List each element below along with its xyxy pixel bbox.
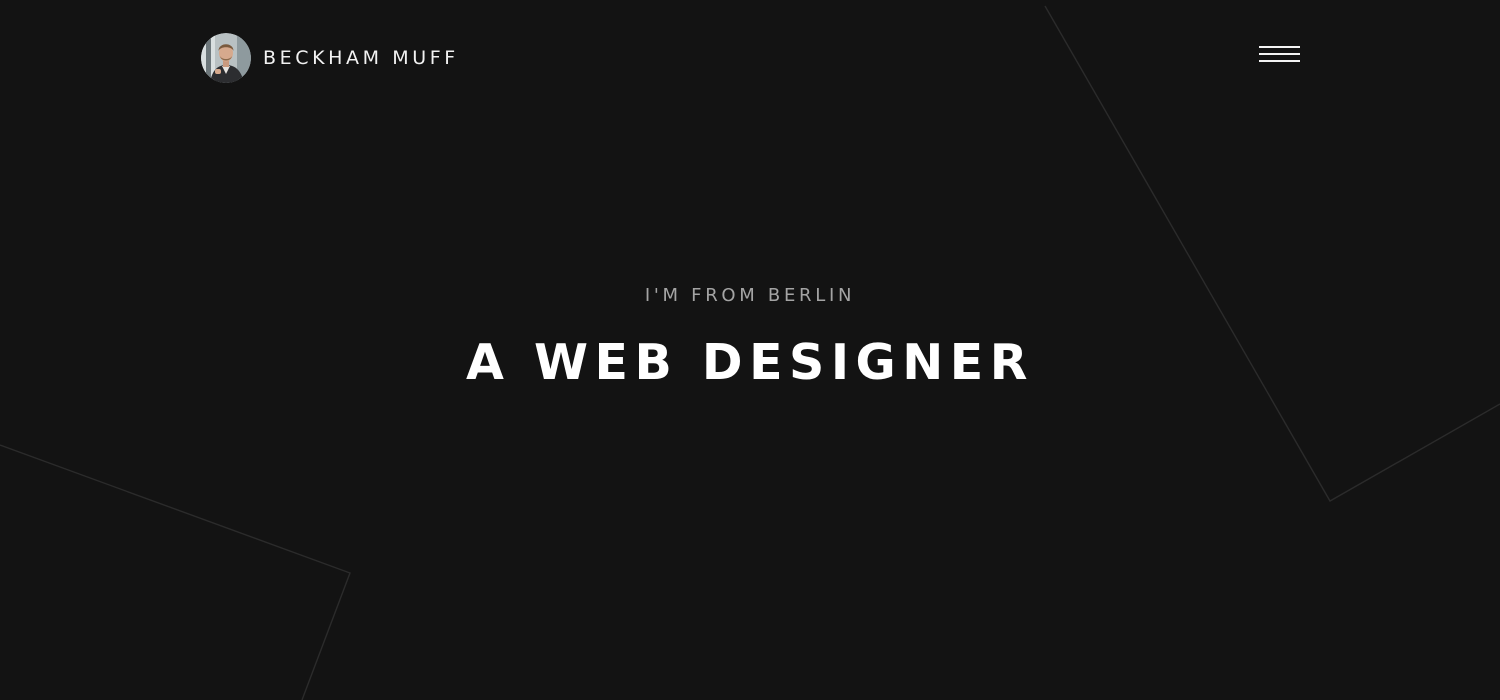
brand-name: BECKHAM MUFF [263, 46, 459, 69]
site-header: BECKHAM MUFF [0, 0, 1500, 116]
decor-line-left [0, 444, 351, 700]
menu-line [1259, 46, 1300, 48]
hero-subtitle: I'M FROM BERLIN [644, 285, 856, 306]
menu-line [1259, 53, 1300, 55]
menu-line [1259, 60, 1300, 62]
hero-title: A WEB DESIGNER [465, 334, 1034, 391]
hamburger-menu-icon[interactable] [1259, 46, 1300, 64]
brand-link[interactable]: BECKHAM MUFF [201, 33, 459, 83]
avatar [201, 33, 251, 83]
hero-section: I'M FROM BERLIN A WEB DESIGNER [0, 282, 1500, 389]
